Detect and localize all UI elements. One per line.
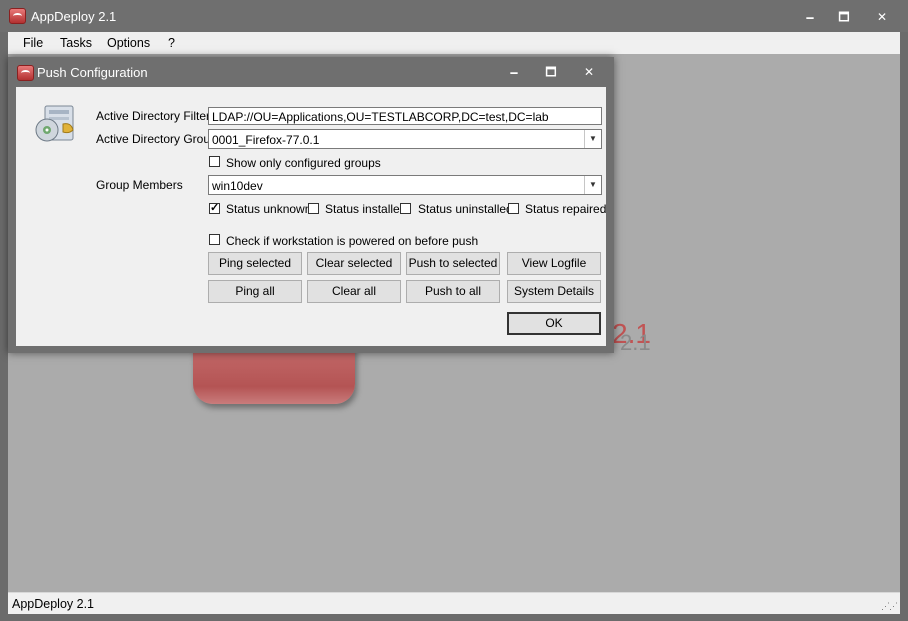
- dialog-close-button[interactable]: ✕: [577, 63, 601, 81]
- menu-file[interactable]: File: [23, 36, 43, 50]
- ad-group-label: Active Directory Group: [96, 132, 217, 146]
- menu-options[interactable]: Options: [107, 36, 150, 50]
- ping-selected-button[interactable]: Ping selected: [208, 252, 302, 275]
- ad-filter-input[interactable]: LDAP://OU=Applications,OU=TESTLABCORP,DC…: [208, 107, 602, 125]
- ad-group-select[interactable]: 0001_Firefox-77.0.1 ▼: [208, 129, 602, 149]
- clear-all-button[interactable]: Clear all: [307, 280, 401, 303]
- main-titlebar[interactable]: AppDeploy 2.1 🗕 🗖 ✕: [0, 0, 908, 32]
- appdeploy-logo-icon: [9, 8, 26, 24]
- status-uninstalled-checkbox[interactable]: [400, 203, 411, 214]
- menu-bar: File Tasks Options ?: [8, 32, 900, 54]
- chevron-down-icon[interactable]: ▼: [584, 176, 601, 194]
- chevron-down-icon[interactable]: ▼: [584, 130, 601, 148]
- dialog-minimize-button[interactable]: 🗕: [502, 63, 526, 81]
- view-logfile-button[interactable]: View Logfile: [507, 252, 601, 275]
- status-bar: AppDeploy 2.1 ⋰⋰: [8, 592, 900, 614]
- ping-all-button[interactable]: Ping all: [208, 280, 302, 303]
- status-installed-label[interactable]: Status installed: [325, 202, 406, 216]
- show-configured-label[interactable]: Show only configured groups: [226, 156, 381, 170]
- ok-button[interactable]: OK: [507, 312, 601, 335]
- clear-selected-button[interactable]: Clear selected: [307, 252, 401, 275]
- ad-group-value: 0001_Firefox-77.0.1: [212, 133, 320, 147]
- check-powered-label[interactable]: Check if workstation is powered on befor…: [226, 234, 478, 248]
- dialog-titlebar[interactable]: Push Configuration 🗕 🗖 ✕: [8, 57, 614, 87]
- minimize-button[interactable]: 🗕: [798, 8, 822, 26]
- status-installed-checkbox[interactable]: [308, 203, 319, 214]
- system-details-button[interactable]: System Details: [507, 280, 601, 303]
- status-unknown-checkbox[interactable]: [209, 201, 220, 214]
- maximize-button[interactable]: 🗖: [832, 8, 856, 26]
- push-configuration-dialog: Push Configuration 🗕 🗖 ✕ Active Director…: [8, 57, 614, 353]
- group-members-label: Group Members: [96, 178, 183, 192]
- dialog-logo-icon: [17, 65, 34, 81]
- status-unknown-label[interactable]: Status unknown: [226, 202, 311, 216]
- group-members-select[interactable]: win10dev ▼: [208, 175, 602, 195]
- group-members-value: win10dev: [212, 179, 263, 193]
- menu-tasks[interactable]: Tasks: [60, 36, 92, 50]
- installer-package-icon: [35, 105, 74, 142]
- check-powered-checkbox[interactable]: [209, 234, 220, 245]
- show-configured-checkbox[interactable]: [209, 156, 220, 167]
- push-to-selected-button[interactable]: Push to selected: [406, 252, 500, 275]
- close-button[interactable]: ✕: [870, 8, 894, 26]
- status-repaired-checkbox[interactable]: [508, 203, 519, 214]
- dialog-maximize-button[interactable]: 🗖: [539, 63, 563, 81]
- resize-grip-icon[interactable]: ⋰⋰: [881, 601, 898, 612]
- push-to-all-button[interactable]: Push to all: [406, 280, 500, 303]
- status-uninstalled-label[interactable]: Status uninstalled: [418, 202, 513, 216]
- menu-help[interactable]: ?: [168, 36, 175, 50]
- status-text: AppDeploy 2.1: [12, 597, 95, 611]
- status-repaired-label[interactable]: Status repaired: [525, 202, 606, 216]
- window-title: AppDeploy 2.1: [31, 9, 117, 24]
- dialog-title: Push Configuration: [37, 65, 148, 80]
- dialog-body: Active Directory Filter LDAP://OU=Applic…: [16, 87, 606, 346]
- background-logo: [193, 346, 355, 404]
- ad-filter-label: Active Directory Filter: [96, 109, 211, 123]
- background-version-shadow: 2.1: [620, 330, 651, 355]
